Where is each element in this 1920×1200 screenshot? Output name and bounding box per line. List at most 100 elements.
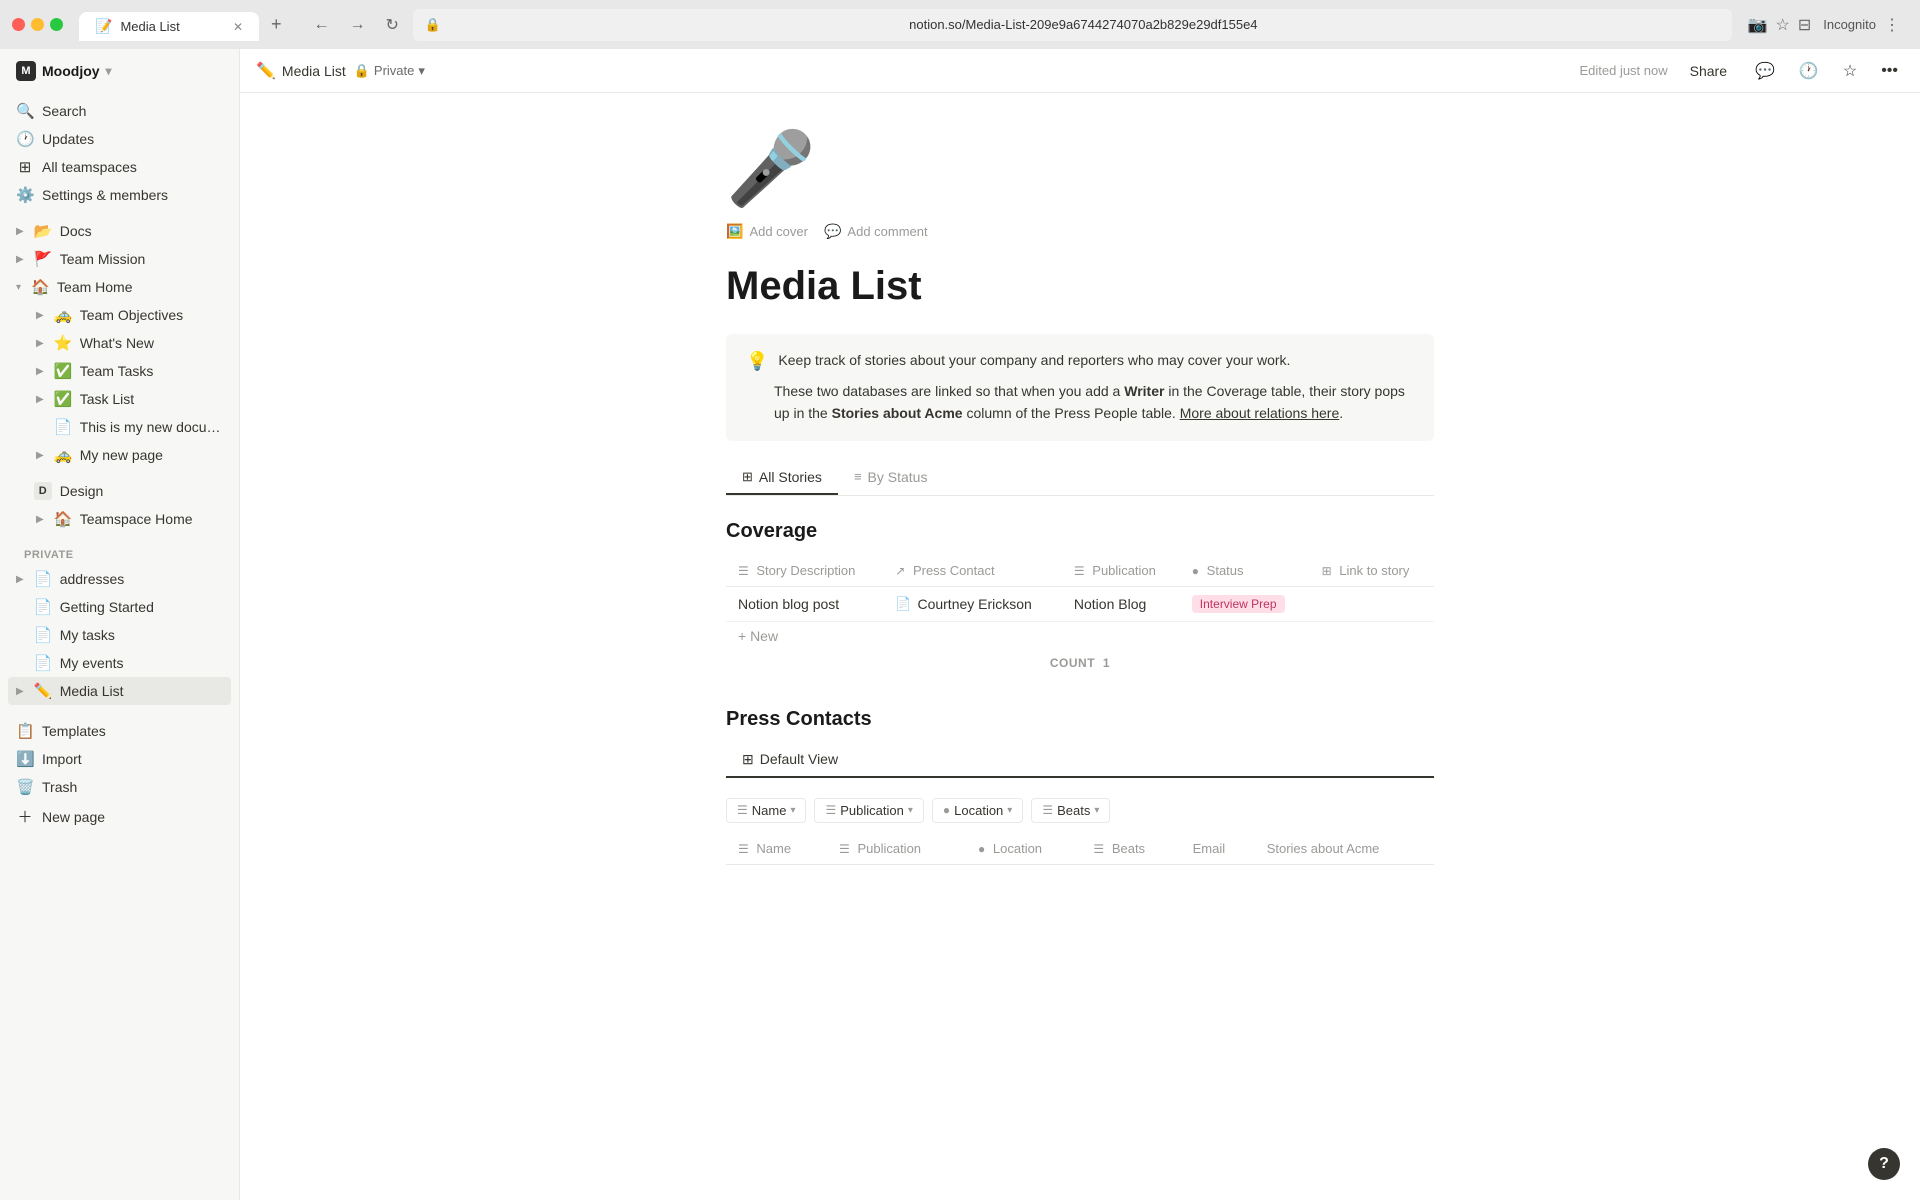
story-col-label: Story Description: [756, 563, 855, 578]
sidebar-item-new-page[interactable]: ＋ New page: [8, 801, 231, 832]
by-status-tab-icon: ≡: [854, 469, 862, 484]
filter-beats-button[interactable]: ☰ Beats ▾: [1031, 798, 1110, 823]
pc-loc-col-label: Location: [993, 841, 1042, 856]
col-publication: ☰ Publication: [1062, 555, 1180, 587]
new-tab-button[interactable]: +: [261, 8, 292, 41]
page-icon[interactable]: 🎤: [726, 133, 1434, 205]
sidebar-item-design[interactable]: ▶ D Design: [8, 477, 231, 505]
filter-name-button[interactable]: ☰ Name ▾: [726, 798, 806, 823]
sidebar-item-templates[interactable]: 📋 Templates: [8, 717, 231, 745]
split-view-icon[interactable]: ⊟: [1798, 15, 1811, 35]
new-document-icon: 📄: [54, 418, 72, 436]
minimize-traffic-light[interactable]: [31, 18, 44, 31]
callout-period: .: [1339, 405, 1343, 421]
col-status: ● Status: [1180, 555, 1310, 587]
topbar-privacy-button[interactable]: 🔒 Private ▾: [354, 63, 425, 79]
filter-pub-icon: ☰: [825, 803, 836, 817]
trash-icon: 🗑️: [16, 778, 34, 796]
sidebar-item-media-list[interactable]: ▶ ✏️ Media List: [8, 677, 231, 705]
topbar-title-area: ✏️ Media List: [256, 61, 346, 81]
new-page-icon: ＋: [16, 806, 34, 827]
sidebar-item-team-mission[interactable]: ▶ 🚩 Team Mission: [8, 245, 231, 273]
trash-label: Trash: [42, 779, 223, 795]
sidebar-item-my-new-page[interactable]: ▶ 🚕 My new page: [28, 441, 231, 469]
sidebar-item-addresses[interactable]: ▶ 📄 addresses: [8, 565, 231, 593]
topbar-privacy-label: Private: [374, 63, 414, 78]
add-cover-button[interactable]: 🖼️ Add cover: [726, 221, 808, 242]
col-pc-name: ☰ Name: [726, 833, 827, 865]
camera-off-icon[interactable]: 📷: [1748, 15, 1768, 35]
workspace-name[interactable]: M Moodjoy ▾: [16, 61, 112, 81]
coverage-table-body: Notion blog post 📄 Courtney Erickson Not…: [726, 586, 1434, 621]
topbar-page-title: Media List: [282, 63, 346, 79]
sidebar-item-new-document[interactable]: ▶ 📄 This is my new document: [28, 413, 231, 441]
addresses-chevron-icon: ▶: [16, 574, 24, 585]
back-button[interactable]: ←: [308, 12, 336, 38]
sidebar-item-team-home[interactable]: ▾ 🏠 Team Home: [8, 273, 231, 301]
sidebar-item-my-events[interactable]: ▶ 📄 My events: [8, 649, 231, 677]
url-bar[interactable]: 🔒 notion.so/Media-List-209e9a6744274070a…: [413, 9, 1732, 41]
sidebar-item-teamspace-home[interactable]: ▶ 🏠 Teamspace Home: [28, 505, 231, 533]
add-comment-button[interactable]: 💬 Add comment: [824, 221, 928, 242]
page-content: 🎤 🖼️ Add cover 💬 Add comment Media List …: [630, 93, 1530, 977]
refresh-button[interactable]: ↻: [380, 11, 405, 39]
row1-link: [1310, 586, 1434, 621]
pc-name-col-icon: ☰: [738, 842, 749, 856]
sidebar-item-updates[interactable]: 🕐 Updates: [8, 125, 231, 153]
comment-button[interactable]: 💬: [1749, 57, 1781, 85]
addresses-label: addresses: [60, 571, 223, 587]
share-button[interactable]: Share: [1680, 59, 1737, 83]
lock-icon: 🔒: [425, 17, 441, 33]
filter-location-button[interactable]: ● Location ▾: [932, 798, 1023, 823]
fullscreen-traffic-light[interactable]: [50, 18, 63, 31]
filter-loc-icon: ●: [943, 803, 950, 817]
col-press-contact: ↗ Press Contact: [883, 555, 1062, 587]
sidebar-item-my-tasks[interactable]: ▶ 📄 My tasks: [8, 621, 231, 649]
default-view-label: Default View: [760, 751, 838, 767]
sidebar-item-all-teamspaces[interactable]: ⊞ All teamspaces: [8, 153, 231, 181]
topbar-lock-icon: 🔒: [354, 63, 370, 79]
status-col-label: Status: [1207, 563, 1244, 578]
sidebar-item-getting-started[interactable]: ▶ 📄 Getting Started: [8, 593, 231, 621]
design-label: Design: [60, 483, 223, 499]
history-button[interactable]: 🕐: [1793, 57, 1825, 85]
media-list-chevron-icon: ▶: [16, 686, 24, 697]
filter-beats-label: Beats: [1057, 803, 1090, 818]
browser-tab[interactable]: 📝 Media List ✕: [79, 12, 259, 41]
press-contacts-table-head: ☰ Name ☰ Publication ● Location: [726, 833, 1434, 865]
default-view-tab[interactable]: ⊞ Default View: [726, 743, 1434, 778]
my-new-page-chevron-icon: ▶: [36, 450, 44, 461]
sidebar-item-settings[interactable]: ⚙️ Settings & members: [8, 181, 231, 209]
tab-by-status[interactable]: ≡ By Status: [838, 461, 944, 495]
forward-button[interactable]: →: [344, 12, 372, 38]
sidebar-item-team-objectives[interactable]: ▶ 🚕 Team Objectives: [28, 301, 231, 329]
topbar-right: Edited just now Share 💬 🕐 ☆ •••: [1579, 57, 1904, 85]
sidebar-item-trash[interactable]: 🗑️ Trash: [8, 773, 231, 801]
sidebar-item-whats-new[interactable]: ▶ ⭐ What's New: [28, 329, 231, 357]
browser-more-button[interactable]: ⋮: [1884, 15, 1900, 35]
bookmark-star-icon[interactable]: ☆: [1775, 15, 1789, 35]
updates-label: Updates: [42, 131, 223, 147]
sidebar-item-docs[interactable]: ▶ 📂 Docs: [8, 217, 231, 245]
coverage-title: Coverage: [726, 520, 1434, 543]
tab-all-stories[interactable]: ⊞ All Stories: [726, 461, 838, 495]
sidebar-item-import[interactable]: ⬇️ Import: [8, 745, 231, 773]
sidebar-item-task-list[interactable]: ▶ ✅ Task List: [28, 385, 231, 413]
sidebar-item-team-tasks[interactable]: ▶ ✅ Team Tasks: [28, 357, 231, 385]
col-link: ⊞ Link to story: [1310, 555, 1434, 587]
my-events-chevron-icon: ▶: [16, 658, 24, 669]
table-row[interactable]: Notion blog post 📄 Courtney Erickson Not…: [726, 586, 1434, 621]
tab-close-button[interactable]: ✕: [233, 20, 243, 34]
close-traffic-light[interactable]: [12, 18, 25, 31]
more-button[interactable]: •••: [1875, 58, 1904, 84]
coverage-new-row-button[interactable]: + New: [726, 622, 1434, 650]
filter-publication-button[interactable]: ☰ Publication ▾: [814, 798, 923, 823]
publication-col-icon: ☰: [1074, 564, 1085, 578]
sidebar-item-search[interactable]: 🔍 Search: [8, 97, 231, 125]
page-meta-actions: 🖼️ Add cover 💬 Add comment: [726, 221, 1434, 242]
filter-name-chevron-icon: ▾: [790, 805, 795, 816]
callout-link[interactable]: More about relations here: [1180, 405, 1340, 421]
favorite-button[interactable]: ☆: [1837, 57, 1863, 85]
team-mission-chevron-icon: ▶: [16, 254, 24, 265]
help-button[interactable]: ?: [1868, 1148, 1900, 1180]
